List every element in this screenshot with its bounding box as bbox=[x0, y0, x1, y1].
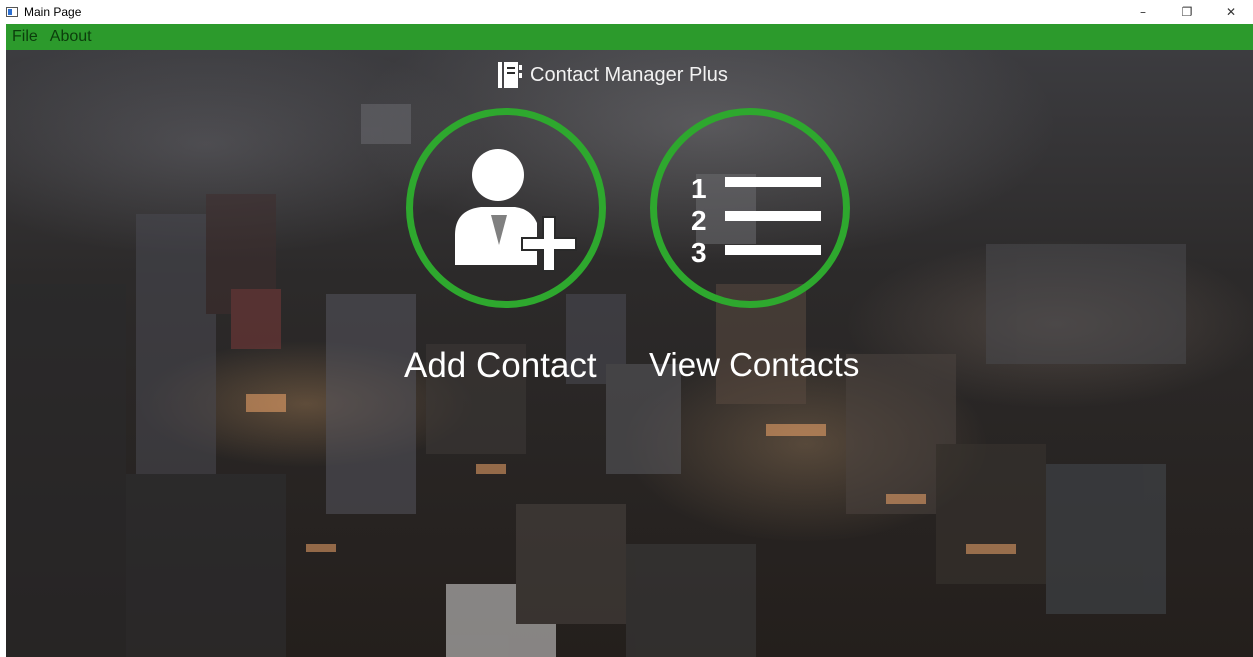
add-user-icon bbox=[455, 149, 577, 272]
list-line-3 bbox=[725, 245, 821, 255]
add-contact-label[interactable]: Add Contact bbox=[404, 346, 597, 386]
city-background-image bbox=[6, 104, 1186, 657]
title-bar: Main Page – ❐ ✕ bbox=[0, 0, 1253, 24]
list-line-2 bbox=[725, 211, 821, 221]
app-header: Contact Manager Plus bbox=[498, 62, 728, 88]
window-controls: – ❐ ✕ bbox=[1121, 0, 1253, 24]
menu-about[interactable]: About bbox=[44, 24, 98, 50]
view-contacts-button[interactable]: 1 2 3 bbox=[650, 108, 850, 308]
background-panel: File About Contact Manager Plus Add Cont… bbox=[6, 24, 1253, 657]
close-button[interactable]: ✕ bbox=[1209, 0, 1253, 24]
maximize-button[interactable]: ❐ bbox=[1165, 0, 1209, 24]
menu-file[interactable]: File bbox=[6, 24, 44, 50]
app-title: Contact Manager Plus bbox=[530, 63, 728, 86]
window-title: Main Page bbox=[24, 5, 82, 19]
list-line-1 bbox=[725, 177, 821, 187]
contact-book-icon bbox=[498, 62, 522, 88]
window-app-icon bbox=[6, 7, 18, 17]
list-number-3: 3 bbox=[691, 237, 707, 268]
view-contacts-label[interactable]: View Contacts bbox=[649, 346, 859, 384]
list-number-2: 2 bbox=[691, 205, 707, 236]
main-window: Main Page – ❐ ✕ File About Contact Manag… bbox=[0, 0, 1253, 657]
list-number-1: 1 bbox=[691, 173, 707, 204]
numbered-list-icon: 1 2 3 bbox=[691, 173, 821, 268]
minimize-button[interactable]: – bbox=[1121, 0, 1165, 24]
menu-bar: File About bbox=[6, 24, 1253, 50]
add-contact-button[interactable] bbox=[406, 108, 606, 308]
